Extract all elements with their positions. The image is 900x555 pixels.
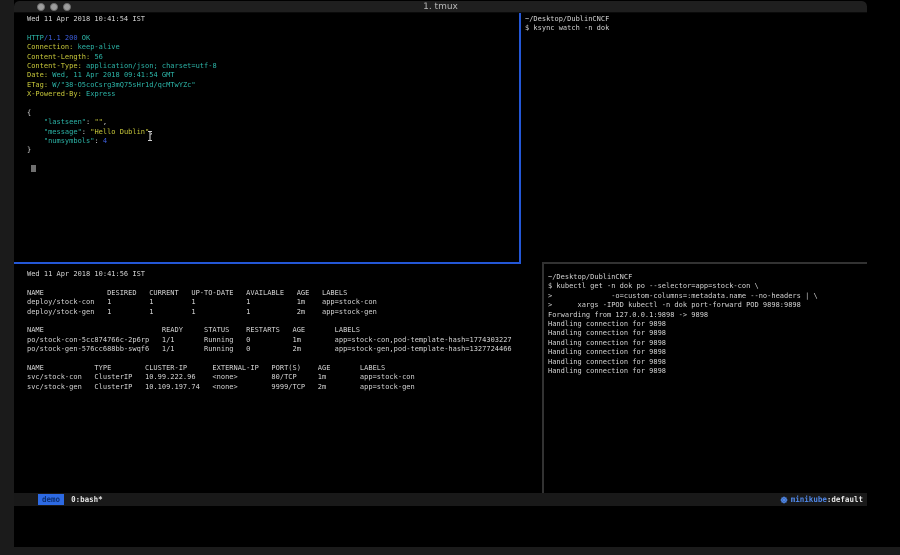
- terminal-line: }: [27, 146, 519, 155]
- pane-divider-vertical-top[interactable]: [519, 13, 521, 263]
- terminal-line: [27, 279, 542, 288]
- pane-divider-vertical-bottom[interactable]: [542, 264, 544, 493]
- terminal-block-cursor: [31, 165, 36, 172]
- pane-http-response[interactable]: Wed 11 Apr 2018 10:41:54 IST HTTP/1.1 20…: [14, 13, 519, 262]
- window-title: 1. tmux: [14, 2, 867, 13]
- pane-divider-horizontal-left[interactable]: [14, 262, 521, 264]
- terminal-line: Handling connection for 9898: [548, 320, 867, 329]
- terminal-line: $ kubectl get -n dok po --selector=app=s…: [548, 282, 867, 291]
- window-titlebar: 1. tmux: [14, 1, 867, 13]
- terminal-line: Handling connection for 9898: [548, 348, 867, 357]
- desktop: 1. tmux Wed 11 Apr 2018 10:41:54 IST HTT…: [0, 0, 900, 555]
- mouse-text-cursor: [146, 127, 154, 139]
- terminal-line: Connection: keep-alive: [27, 43, 519, 52]
- terminal-line: "numsymbols": 4: [27, 137, 519, 146]
- terminal-line: > xargs -IPOD kubectl -n dok port-forwar…: [548, 301, 867, 310]
- terminal-line: "lastseen": "",: [27, 118, 519, 127]
- terminal-line: Content-Type: application/json; charset=…: [27, 62, 519, 71]
- terminal-window: 1. tmux Wed 11 Apr 2018 10:41:54 IST HTT…: [14, 1, 867, 547]
- terminal-line: NAME READY STATUS RESTARTS AGE LABELS: [27, 326, 542, 335]
- terminal-line: X-Powered-By: Express: [27, 90, 519, 99]
- terminal-line: [27, 156, 519, 165]
- kube-context-name: :default: [827, 495, 863, 504]
- terminal-line: [27, 355, 542, 364]
- desktop-background-bottom: [0, 547, 900, 555]
- terminal-line: Handling connection for 9898: [548, 339, 867, 348]
- terminal-line: po/stock-gen-576cc688bb-swqf6 1/1 Runnin…: [27, 345, 542, 354]
- pane-divider-horizontal-right[interactable]: [542, 262, 867, 264]
- terminal-line: Handling connection for 9898: [548, 329, 867, 338]
- terminal-line: deploy/stock-gen 1 1 1 1 2m app=stock-ge…: [27, 308, 542, 317]
- terminal-line: NAME TYPE CLUSTER-IP EXTERNAL-IP PORT(S)…: [27, 364, 542, 373]
- terminal-line: > -o=custom-columns=:metadata.name --no-…: [548, 292, 867, 301]
- terminal-line: {: [27, 109, 519, 118]
- window-tab-bash[interactable]: 0:bash*: [71, 495, 103, 504]
- terminal-line: "message": "Hello Dublin",: [27, 128, 519, 137]
- kube-cluster-name: minikube: [791, 495, 827, 504]
- terminal-line: ETag: W/"38-O5coCsrg3mQ75sHr1d/qcMTwYZc": [27, 81, 519, 90]
- terminal-line: NAME DESIRED CURRENT UP-TO-DATE AVAILABL…: [27, 289, 542, 298]
- terminal-line: Handling connection for 9898: [548, 367, 867, 376]
- terminal-line: ~/Desktop/DublinCNCF: [548, 273, 867, 282]
- terminal-line: [27, 24, 519, 33]
- terminal-line: Wed 11 Apr 2018 10:41:56 IST: [27, 270, 542, 279]
- session-name-badge[interactable]: demo: [38, 494, 64, 505]
- kubernetes-helm-icon: [780, 496, 788, 504]
- terminal-line: Forwarding from 127.0.0.1:9898 -> 9898: [548, 311, 867, 320]
- terminal-line: ~/Desktop/DublinCNCF: [525, 15, 867, 24]
- terminal-line: svc/stock-gen ClusterIP 10.109.197.74 <n…: [27, 383, 542, 392]
- terminal-line: [27, 165, 519, 174]
- terminal-line: [27, 317, 542, 326]
- pane-ksync-watch[interactable]: ~/Desktop/DublinCNCF$ ksync watch -n dok: [521, 13, 867, 262]
- tmux-status-bar: demo 0:bash* minikube :default: [14, 493, 867, 506]
- terminal-line: [27, 100, 519, 109]
- pane-port-forward[interactable]: ~/Desktop/DublinCNCF$ kubectl get -n dok…: [544, 264, 867, 493]
- terminal-line: po/stock-con-5cc874766c-2p6rp 1/1 Runnin…: [27, 336, 542, 345]
- terminal-line: HTTP/1.1 200 OK: [27, 34, 519, 43]
- pane-kubectl-resources[interactable]: Wed 11 Apr 2018 10:41:56 IST NAME DESIRE…: [14, 264, 542, 493]
- terminal-line: $ ksync watch -n dok: [525, 24, 867, 33]
- terminal-line: Handling connection for 9898: [548, 358, 867, 367]
- terminal-line: Content-Length: 56: [27, 53, 519, 62]
- terminal-line: Wed 11 Apr 2018 10:41:54 IST: [27, 15, 519, 24]
- desktop-background-left: [0, 0, 14, 555]
- terminal-line: svc/stock-con ClusterIP 10.99.222.96 <no…: [27, 373, 542, 382]
- terminal-line: deploy/stock-con 1 1 1 1 1m app=stock-co…: [27, 298, 542, 307]
- terminal-line: Date: Wed, 11 Apr 2018 09:41:54 GMT: [27, 71, 519, 80]
